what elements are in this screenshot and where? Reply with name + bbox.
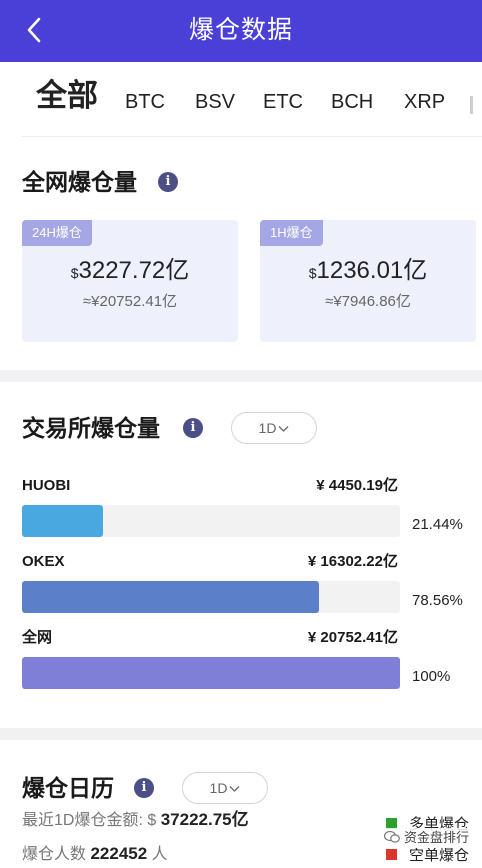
tab-etc[interactable]: ETC — [263, 86, 303, 118]
info-icon[interactable]: i — [183, 418, 203, 438]
recent-amount-value: 37222.75亿 — [160, 810, 249, 829]
exchange-percent: 100% — [412, 668, 451, 685]
exchange-value: ¥ 4450.19亿 — [316, 477, 398, 494]
card-rmb-equivalent: ≈¥7946.86亿 — [325, 293, 411, 310]
chevron-down-icon — [276, 420, 289, 436]
tab-bch[interactable]: BCH — [331, 86, 373, 118]
people-unit: 人 — [151, 846, 168, 863]
period-value: 1D — [209, 780, 228, 796]
people-label: 爆仓人数 — [22, 846, 87, 863]
recent-amount-line: 最近1D爆仓金额: $ 37222.75亿 — [22, 809, 249, 832]
app-header: 爆仓数据 — [0, 0, 482, 62]
divider — [22, 136, 482, 137]
people-value: 222452 — [90, 844, 148, 863]
exchange-percent: 21.44% — [412, 516, 463, 533]
bar-fill — [22, 581, 319, 613]
legend-short: 空单爆仓 — [386, 846, 469, 866]
exchange-liquidation-title: 交易所爆仓量 — [22, 415, 160, 441]
card-badge: 24H爆仓 — [22, 220, 92, 246]
coin-tabs: 全部 BTC BSV ETC BCH XRP — [0, 66, 482, 138]
card-24h: 24H爆仓 $3227.72亿 ≈¥20752.41亿 — [22, 220, 238, 342]
legend-label: 空单爆仓 — [409, 847, 470, 864]
chevron-down-icon — [227, 780, 240, 796]
bar-track — [22, 581, 400, 613]
watermark: 资金盘排行 — [383, 828, 470, 848]
section-separator — [0, 728, 482, 740]
bar-fill — [22, 657, 400, 689]
card-1h: 1H爆仓 $1236.01亿 ≈¥7946.86亿 — [260, 220, 476, 342]
liquidated-people-line: 爆仓人数 222452 人 — [22, 843, 168, 866]
section-separator — [0, 370, 482, 382]
period-value: 1D — [258, 420, 277, 436]
card-amount: 3227.72亿 — [78, 257, 190, 284]
recent-amount-label: 最近1D爆仓金额: — [22, 812, 143, 829]
watermark-text: 资金盘排行 — [404, 830, 470, 845]
card-value: $1236.01亿 — [260, 256, 476, 288]
period-select[interactable]: 1D — [182, 772, 268, 804]
network-liquidation-title: 全网爆仓量 — [22, 169, 137, 195]
bar-track — [22, 657, 400, 689]
card-amount: 1236.01亿 — [316, 257, 428, 284]
exchange-name: 全网 — [22, 629, 53, 646]
wechat-icon — [383, 830, 404, 845]
tab-xrp[interactable]: XRP — [404, 86, 445, 118]
card-rmb-equivalent: ≈¥20752.41亿 — [82, 293, 178, 310]
bar-fill — [22, 505, 104, 537]
exchange-value: ¥ 16302.22亿 — [307, 553, 398, 570]
exchange-value: ¥ 20752.41亿 — [307, 629, 398, 646]
tab-btc[interactable]: BTC — [125, 86, 165, 118]
currency-symbol: $ — [70, 265, 79, 281]
exchange-name: HUOBI — [22, 477, 71, 494]
tab-all[interactable]: 全部 — [36, 80, 98, 112]
period-select[interactable]: 1D — [231, 412, 317, 444]
currency-symbol: $ — [147, 812, 157, 829]
exchange-name: OKEX — [22, 553, 65, 570]
tabs-overflow-indicator — [470, 96, 473, 114]
currency-symbol: $ — [308, 265, 317, 281]
liquidation-calendar-title: 爆仓日历 — [22, 775, 114, 801]
legend-swatch — [386, 849, 397, 860]
exchange-percent: 78.56% — [412, 592, 463, 609]
tab-bsv[interactable]: BSV — [195, 86, 235, 118]
info-icon[interactable]: i — [134, 778, 154, 798]
page-title: 爆仓数据 — [188, 16, 293, 44]
card-badge: 1H爆仓 — [260, 220, 323, 246]
card-value: $3227.72亿 — [22, 256, 238, 288]
bar-track — [22, 505, 400, 537]
info-icon[interactable]: i — [158, 172, 178, 192]
